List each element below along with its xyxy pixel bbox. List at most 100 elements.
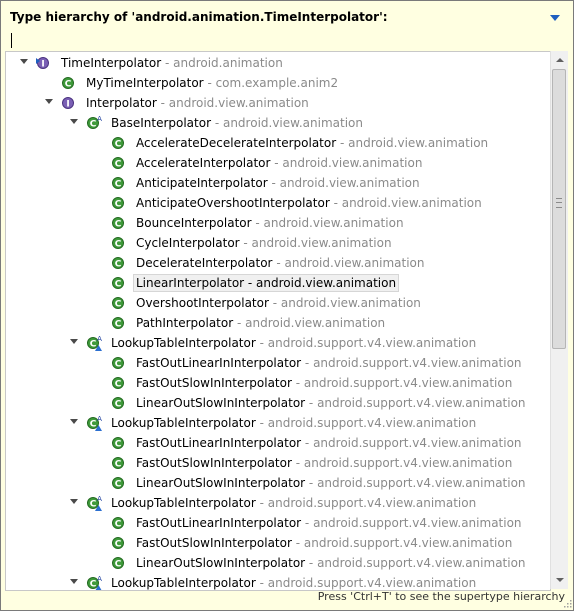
- tree-item[interactable]: C AccelerateDecelerateInterpolator - andr…: [6, 133, 550, 153]
- svg-text:A: A: [97, 115, 102, 123]
- class-icon: C: [111, 455, 127, 471]
- class-icon: C: [111, 235, 127, 251]
- type-name: DecelerateInterpolator: [136, 256, 273, 270]
- tree-item-label: AnticipateOvershootInterpolator - androi…: [136, 195, 482, 211]
- tree-item-label: LookupTableInterpolator - android.suppor…: [111, 415, 476, 431]
- tree-item[interactable]: C MyTimeInterpolator - com.example.anim2: [6, 73, 550, 93]
- tree-item[interactable]: I Interpolator - android.view.animation: [6, 93, 550, 113]
- type-name: CycleInterpolator: [136, 236, 240, 250]
- tree-item[interactable]: C LinearOutSlowInInterpolator - android.s…: [6, 553, 550, 573]
- tree-item-label: AnticipateInterpolator - android.view.an…: [136, 175, 420, 191]
- grip-icon: [556, 198, 562, 208]
- popup-title: Type hierarchy of 'android.animation.Tim…: [10, 10, 388, 24]
- tree-item[interactable]: C AnticipateInterpolator - android.view.a…: [6, 173, 550, 193]
- type-name: LinearInterpolator: [136, 276, 245, 290]
- package-name: - android.support.v4.view.animation: [255, 496, 477, 510]
- package-name: - android.view.animation: [272, 256, 425, 270]
- collapse-arrow-icon[interactable]: [70, 579, 78, 584]
- collapse-arrow-icon[interactable]: [45, 99, 53, 104]
- scroll-up-arrow-icon[interactable]: [551, 51, 568, 68]
- svg-text:C: C: [115, 400, 122, 410]
- type-name: FastOutLinearInInterpolator: [136, 436, 302, 450]
- svg-text:C: C: [115, 140, 122, 150]
- type-name: PathInterpolator: [136, 316, 234, 330]
- class-icon: C: [111, 395, 127, 411]
- svg-text:C: C: [115, 160, 122, 170]
- abstract-inner-class-icon: CA: [86, 575, 102, 590]
- class-icon: C: [111, 295, 127, 311]
- svg-text:C: C: [115, 240, 122, 250]
- hierarchy-tree[interactable]: I TimeInterpolator - android.animation C My…: [5, 51, 551, 591]
- type-name: FastOutSlowInInterpolator: [136, 456, 292, 470]
- svg-text:C: C: [115, 480, 122, 490]
- tree-item[interactable]: C AnticipateOvershootInterpolator - andro…: [6, 193, 550, 213]
- package-name: - android.support.v4.view.animation: [255, 336, 477, 350]
- status-hint: Press 'Ctrl+T' to see the supertype hier…: [317, 590, 565, 603]
- tree-item[interactable]: C FastOutLinearInInterpolator - android.s…: [6, 513, 550, 533]
- package-name: - android.support.v4.view.animation: [255, 416, 477, 430]
- tree-item[interactable]: C FastOutSlowInInterpolator - android.sup…: [6, 373, 550, 393]
- package-name: - android.view.animation: [251, 216, 404, 230]
- type-name: FastOutSlowInInterpolator: [136, 376, 292, 390]
- tree-item[interactable]: C FastOutLinearInInterpolator - android.s…: [6, 353, 550, 373]
- tree-item[interactable]: I TimeInterpolator - android.animation: [6, 53, 550, 73]
- tree-item[interactable]: C CycleInterpolator - android.view.animat…: [6, 233, 550, 253]
- tree-item-label: FastOutLinearInInterpolator - android.su…: [136, 435, 522, 451]
- package-name: - android.support.v4.view.animation: [305, 556, 526, 570]
- resize-grip-icon[interactable]: [563, 599, 572, 608]
- tree-item[interactable]: C BounceInterpolator - android.view.anima…: [6, 213, 550, 233]
- package-name: - android.support.v4.view.animation: [291, 376, 513, 390]
- tree-item-label: LookupTableInterpolator - android.suppor…: [111, 335, 476, 351]
- tree-item-label: CycleInterpolator - android.view.animati…: [136, 235, 392, 251]
- collapse-arrow-icon[interactable]: [70, 119, 78, 124]
- interface-icon: I: [36, 55, 52, 71]
- svg-text:C: C: [115, 380, 122, 390]
- collapse-arrow-icon[interactable]: [70, 419, 78, 424]
- tree-item-label: LookupTableInterpolator - android.suppor…: [111, 495, 476, 511]
- tree-item[interactable]: C LinearOutSlowInInterpolator - android.s…: [6, 473, 550, 493]
- abstract-inner-class-icon: CA: [86, 415, 102, 431]
- tree-item[interactable]: C FastOutLinearInInterpolator - android.s…: [6, 433, 550, 453]
- class-icon: C: [111, 315, 127, 331]
- svg-text:C: C: [115, 540, 122, 550]
- tree-item[interactable]: C FastOutSlowInInterpolator - android.sup…: [6, 453, 550, 473]
- type-name: BounceInterpolator: [136, 216, 252, 230]
- class-icon: C: [111, 275, 127, 291]
- type-name: LookupTableInterpolator: [111, 336, 256, 350]
- collapse-arrow-icon[interactable]: [70, 499, 78, 504]
- type-name: LookupTableInterpolator: [111, 416, 256, 430]
- collapse-arrow-icon[interactable]: [20, 59, 28, 64]
- tree-item-label: Interpolator - android.view.animation: [86, 95, 309, 111]
- svg-text:C: C: [115, 260, 122, 270]
- package-name: - android.view.animation: [268, 296, 421, 310]
- collapse-arrow-icon[interactable]: [70, 339, 78, 344]
- scrollbar-thumb[interactable]: [552, 69, 566, 349]
- tree-item[interactable]: C OvershootInterpolator - android.view.an…: [6, 293, 550, 313]
- tree-item[interactable]: C FastOutSlowInInterpolator - android.sup…: [6, 533, 550, 553]
- class-icon: C: [61, 75, 77, 91]
- svg-text:C: C: [90, 120, 97, 130]
- class-icon: C: [111, 355, 127, 371]
- tree-item-label: BounceInterpolator - android.view.animat…: [136, 215, 404, 231]
- filter-input[interactable]: [10, 33, 550, 49]
- tree-item[interactable]: C A LookupTableInterpolator - android.supp…: [6, 573, 550, 590]
- tree-item-selected[interactable]: C LinearInterpolator - android.view.anima…: [6, 273, 550, 293]
- type-name: LinearOutSlowInInterpolator: [136, 396, 306, 410]
- package-name: - android.view.animation: [329, 196, 482, 210]
- view-menu-icon[interactable]: [549, 14, 561, 22]
- tree-item-label: FastOutSlowInInterpolator - android.supp…: [136, 535, 512, 551]
- vertical-scrollbar[interactable]: [550, 51, 568, 589]
- tree-item[interactable]: C A LookupTableInterpolator - android.supp…: [6, 493, 550, 513]
- tree-item[interactable]: C A LookupTableInterpolator - android.supp…: [6, 333, 550, 353]
- tree-item[interactable]: C DecelerateInterpolator - android.view.a…: [6, 253, 550, 273]
- type-name: TimeInterpolator: [61, 56, 162, 70]
- scroll-down-arrow-icon[interactable]: [551, 572, 568, 589]
- tree-item[interactable]: C LinearOutSlowInInterpolator - android.s…: [6, 393, 550, 413]
- tree-item[interactable]: C A LookupTableInterpolator - android.supp…: [6, 413, 550, 433]
- type-name: FastOutLinearInInterpolator: [136, 516, 302, 530]
- tree-item[interactable]: C PathInterpolator - android.view.animati…: [6, 313, 550, 333]
- class-icon: C: [111, 215, 127, 231]
- type-name: LookupTableInterpolator: [111, 576, 256, 590]
- tree-item[interactable]: C A BaseInterpolator - android.view.animat…: [6, 113, 550, 133]
- tree-item[interactable]: C AccelerateInterpolator - android.view.a…: [6, 153, 550, 173]
